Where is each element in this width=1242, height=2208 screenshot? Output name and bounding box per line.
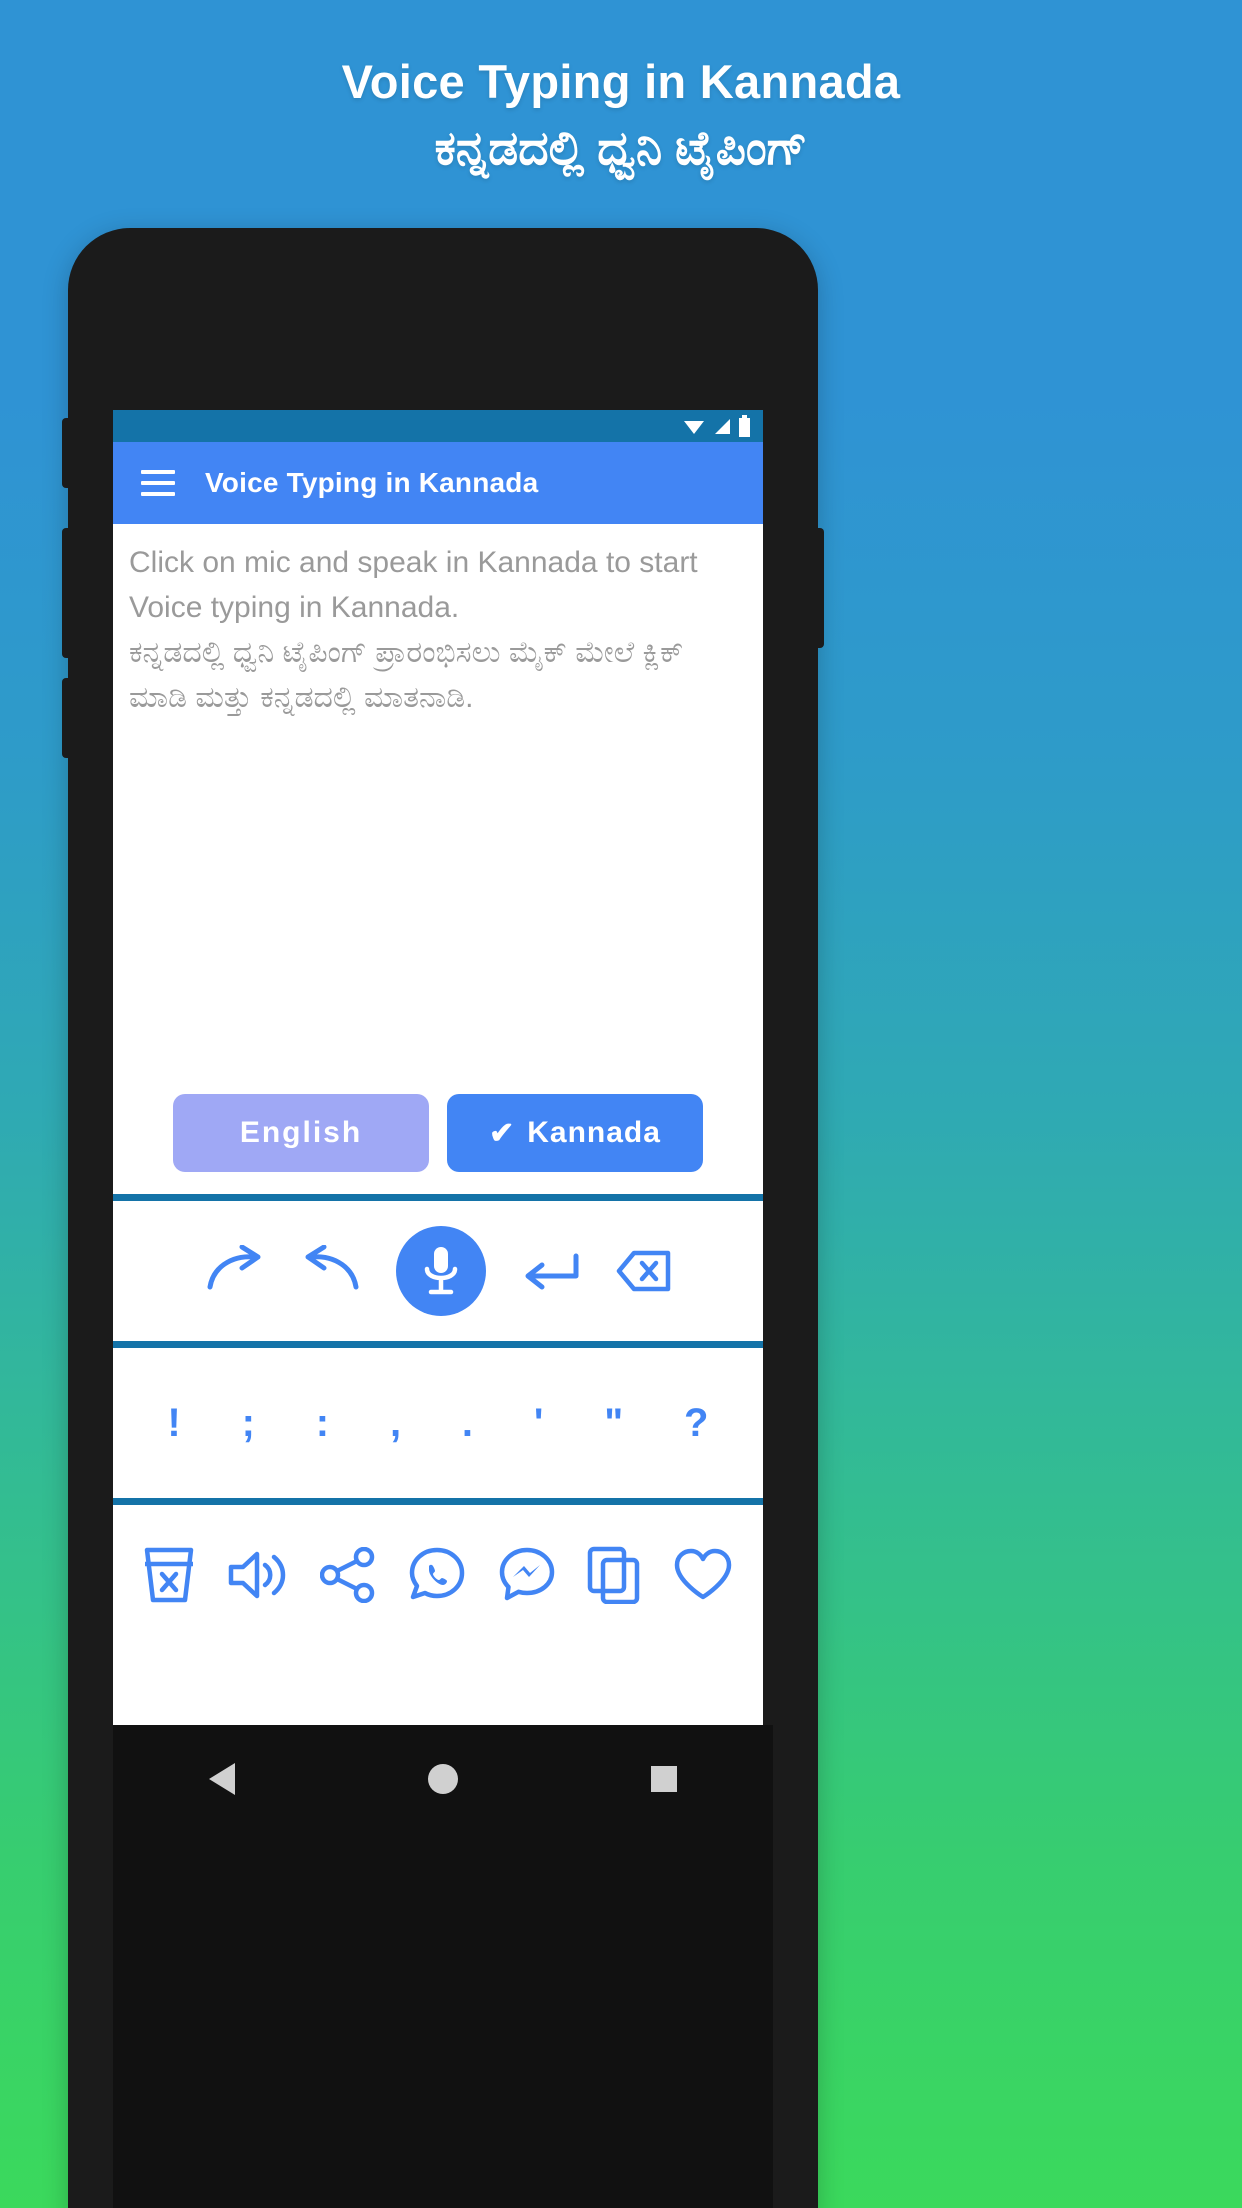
whatsapp-icon[interactable]	[408, 1546, 466, 1604]
banner-title-english: Voice Typing in Kannada	[341, 55, 901, 108]
phone-side-button-middle	[62, 528, 72, 658]
language-button-kannada-label: Kannada	[527, 1116, 661, 1149]
messenger-icon[interactable]	[498, 1546, 556, 1604]
language-selector: English ✔ Kannada	[113, 1094, 763, 1172]
banner-headline: Voice Typing in Kannada ಕನ್ನಡದಲ್ಲಿ ಧ್ವನಿ…	[0, 52, 1242, 184]
divider-3	[113, 1498, 763, 1505]
textarea-english-hint: Click on mic and speak in Kannada to sta…	[129, 546, 698, 624]
mic-action-row	[113, 1201, 763, 1341]
feature-graphic: Voice Typing in Kannada ಕನ್ನಡದಲ್ಲಿ ಧ್ವನಿ…	[0, 0, 1242, 2208]
phone-side-button-bottom	[62, 678, 72, 758]
heart-favorite-icon[interactable]	[673, 1548, 733, 1602]
phone-side-button-right	[814, 528, 824, 648]
status-bar	[113, 410, 763, 442]
language-button-kannada[interactable]: ✔ Kannada	[447, 1094, 703, 1172]
punctuation-key-question[interactable]: ?	[684, 1403, 708, 1443]
speaker-volume-icon[interactable]	[227, 1548, 289, 1602]
share-icon[interactable]	[320, 1547, 376, 1603]
phone-mockup: Voice Typing in Kannada Click on mic and…	[62, 228, 824, 2208]
app-bar: Voice Typing in Kannada	[113, 442, 763, 524]
banner-title-kannada: ಕನ್ನಡದಲ್ಲಿ ಧ್ವನಿ ಟೈಪಿಂಗ್	[434, 121, 808, 174]
backspace-icon[interactable]	[616, 1249, 672, 1293]
signal-icon	[715, 419, 730, 434]
hamburger-menu-icon[interactable]	[141, 470, 175, 496]
transcript-textarea[interactable]: Click on mic and speak in Kannada to sta…	[113, 524, 763, 1084]
punctuation-key-quote[interactable]: "	[604, 1403, 623, 1443]
textarea-kannada-hint: ಕನ್ನಡದಲ್ಲಿ ಧ್ವನಿ ಟೈಪಿಂಗ್ ಪ್ರಾರಂಭಿಸಲು ಮೈಕ…	[129, 636, 684, 714]
punctuation-key-comma[interactable]: ,	[390, 1403, 401, 1443]
punctuation-row: ! ; : , . ' " ?	[113, 1348, 763, 1498]
punctuation-key-colon[interactable]: :	[316, 1403, 329, 1443]
language-button-english[interactable]: English	[173, 1094, 429, 1172]
app-bar-title: Voice Typing in Kannada	[205, 467, 539, 498]
divider-1	[113, 1194, 763, 1201]
wifi-icon	[684, 421, 704, 434]
punctuation-key-period[interactable]: .	[462, 1403, 473, 1443]
punctuation-key-exclamation[interactable]: !	[167, 1403, 180, 1443]
check-icon: ✔	[489, 1116, 516, 1150]
phone-screen: Voice Typing in Kannada Click on mic and…	[113, 410, 763, 1725]
nav-home-circle-icon[interactable]	[427, 1764, 458, 1794]
copy-icon[interactable]	[587, 1546, 641, 1604]
nav-back-triangle-icon[interactable]	[209, 1763, 236, 1795]
phone-side-button-top	[62, 418, 72, 488]
undo-icon[interactable]	[300, 1245, 362, 1297]
nav-recent-square-icon[interactable]	[650, 1766, 677, 1792]
divider-2	[113, 1341, 763, 1348]
microphone-icon[interactable]	[396, 1226, 486, 1316]
android-nav-bar	[113, 1725, 773, 1833]
battery-icon	[739, 415, 750, 437]
redo-icon[interactable]	[204, 1245, 266, 1297]
punctuation-key-apostrophe[interactable]: '	[534, 1403, 544, 1443]
punctuation-key-semicolon[interactable]: ;	[242, 1403, 255, 1443]
delete-trash-icon[interactable]	[143, 1546, 195, 1604]
enter-return-icon[interactable]	[520, 1248, 582, 1294]
language-button-english-label: English	[239, 1116, 363, 1149]
share-action-row	[113, 1505, 763, 1645]
phone-bottom-fill	[113, 1833, 773, 2208]
